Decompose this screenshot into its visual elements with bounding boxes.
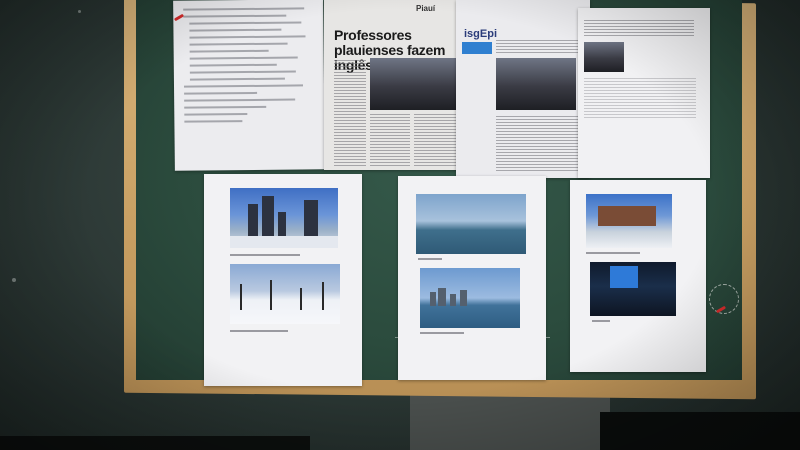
web-article-text [496,116,584,172]
photo-sheet-middle [398,176,546,380]
web-article-printout: isgEpi [456,0,590,178]
newspaper-text-column [334,60,366,166]
photo-caption [592,320,610,322]
web-page-text [584,78,696,118]
wall-speck [78,10,81,13]
newspaper-text-column [414,114,456,166]
photo-caption [418,258,442,260]
photo-statue-of-liberty [416,194,526,254]
typed-list-sheet [173,0,325,171]
newspaper-text-column [370,114,410,166]
web-article-text [496,40,584,54]
photo-snowy-house [586,194,672,248]
photo-caption [230,254,300,256]
photo-caption [230,330,288,332]
board-stamp [709,284,739,314]
web-page-text [584,20,694,36]
web-page-printout [578,8,710,178]
photo-night-street [590,262,676,316]
web-article-banner [462,42,492,54]
typed-list-lines [183,7,316,127]
photo-city-skyline [230,188,338,248]
photo-sheet-right [570,180,706,372]
newspaper-clipping: Piauí Professores plauienses fazem inglê… [324,0,460,170]
web-article-logo: isgEpi [464,28,498,40]
newspaper-masthead: Piauí [416,4,436,13]
photo-caption [420,332,464,334]
photo-snowy-park [230,264,340,324]
desk-edge-left [0,436,310,450]
wall-speck [12,278,16,282]
desk-edge-right [600,412,800,450]
photo-sheet-left [204,174,362,386]
newspaper-group-photo [370,58,456,110]
photo-caption [586,252,640,254]
photo-harbor-skyline [420,268,520,328]
web-page-photo [584,42,624,72]
web-article-group-photo [496,58,576,110]
